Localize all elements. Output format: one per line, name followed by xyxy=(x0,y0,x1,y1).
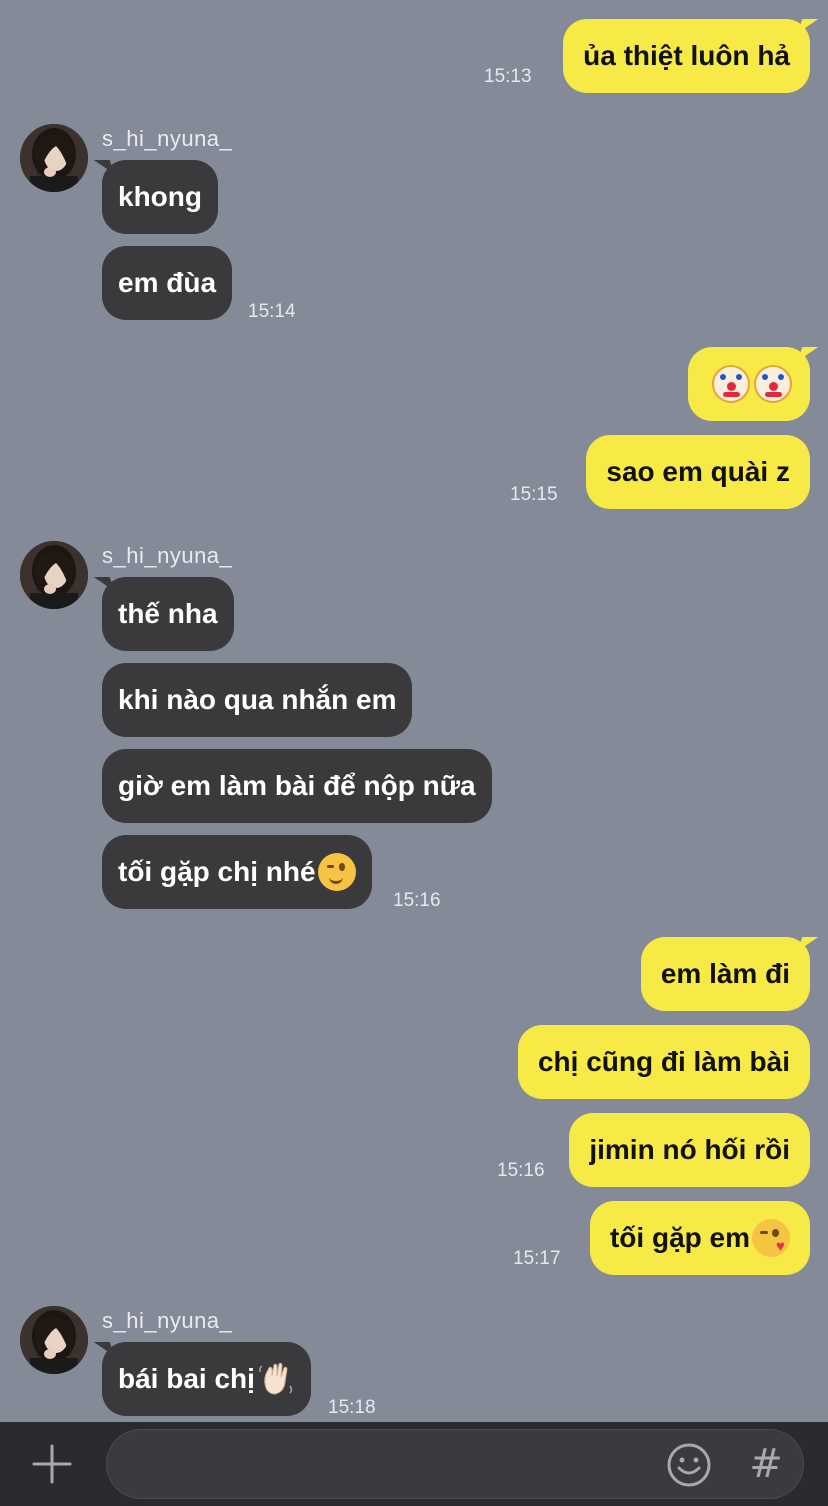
message-time: 15:15 xyxy=(510,484,558,505)
message-text: em đùa xyxy=(118,267,217,298)
incoming-message[interactable]: khong xyxy=(102,160,218,234)
incoming-message[interactable]: khi nào qua nhắn em xyxy=(102,663,413,737)
message-text: tối gặp chị nhé xyxy=(118,856,316,887)
hashtag-icon[interactable]: # xyxy=(746,1440,786,1488)
incoming-message[interactable]: thế nha xyxy=(102,577,234,651)
message-time: 15:17 xyxy=(513,1248,561,1269)
sender-name: s_hi_nyuna_ xyxy=(102,126,233,151)
message-text: chị cũng đi làm bài xyxy=(537,1046,790,1077)
outgoing-message[interactable]: jimin nó hối rồi xyxy=(569,1113,810,1187)
incoming-message[interactable]: giờ em làm bài để nộp nữa xyxy=(102,749,492,823)
message-text: giờ em làm bài để nộp nữa xyxy=(118,770,476,801)
outgoing-message[interactable]: ủa thiệt luôn hả xyxy=(563,19,810,93)
sender-name: s_hi_nyuna_ xyxy=(102,1308,233,1333)
waving-hand-icon xyxy=(257,1360,295,1398)
composer-bar: # xyxy=(0,1422,828,1506)
avatar[interactable] xyxy=(20,124,88,192)
outgoing-message[interactable]: em làm đi xyxy=(640,937,810,1011)
face-blowing-kiss-icon: ♥ xyxy=(752,1219,790,1257)
avatar-photo-icon xyxy=(20,124,88,192)
avatar-photo-icon xyxy=(20,541,88,609)
outgoing-message[interactable]: sao em quài z xyxy=(586,435,810,509)
message-text: khi nào qua nhắn em xyxy=(118,684,397,715)
clown-face-icon xyxy=(754,365,792,403)
outgoing-message[interactable]: chị cũng đi làm bài xyxy=(517,1025,810,1099)
message-time: 15:14 xyxy=(248,301,296,322)
smiley-icon[interactable] xyxy=(666,1442,712,1488)
incoming-message[interactable]: em đùa xyxy=(102,246,233,320)
outgoing-message[interactable] xyxy=(688,347,810,421)
message-time: 15:16 xyxy=(497,1160,545,1181)
chat-history[interactable]: ủa thiệt luôn hả 15:13 s_hi_nyuna_ khong… xyxy=(0,0,828,1422)
outgoing-message[interactable]: tối gặp em ♥ xyxy=(589,1201,810,1275)
avatar[interactable] xyxy=(20,1306,88,1374)
sender-name: s_hi_nyuna_ xyxy=(102,543,233,568)
clown-face-icon xyxy=(712,365,750,403)
winking-face-icon xyxy=(317,853,356,891)
message-text: thế nha xyxy=(118,598,218,629)
incoming-message[interactable]: tối gặp chị nhé xyxy=(102,835,372,909)
message-text: tối gặp em xyxy=(609,1222,750,1253)
incoming-message[interactable]: bái bai chị xyxy=(102,1342,311,1416)
message-time: 15:13 xyxy=(484,66,532,87)
message-time: 15:16 xyxy=(393,890,441,911)
message-text: em làm đi xyxy=(660,958,790,989)
message-text: jimin nó hối rồi xyxy=(589,1134,790,1165)
message-time: 15:18 xyxy=(328,1397,376,1418)
message-text: khong xyxy=(118,181,202,212)
plus-icon[interactable] xyxy=(32,1444,72,1484)
avatar[interactable] xyxy=(20,541,88,609)
avatar-photo-icon xyxy=(20,1306,88,1374)
message-text: sao em quài z xyxy=(606,456,790,487)
message-text: bái bai chị xyxy=(118,1363,255,1394)
message-text: ủa thiệt luôn hả xyxy=(583,40,790,71)
